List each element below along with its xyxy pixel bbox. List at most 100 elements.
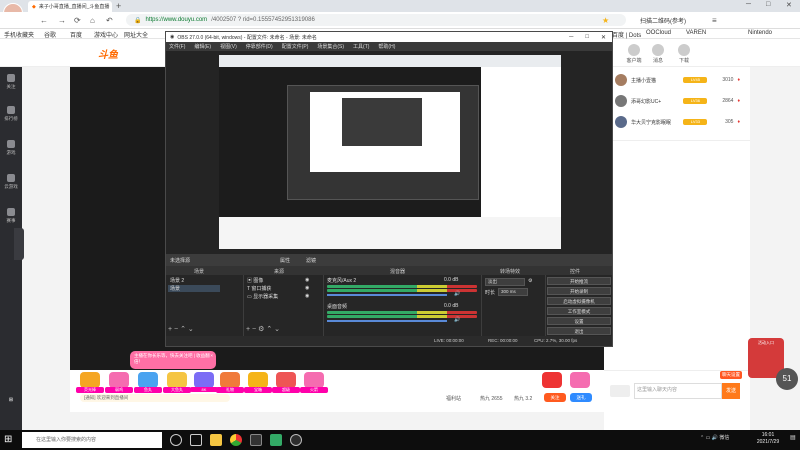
gift-item[interactable]: 火箭 <box>300 372 328 400</box>
volume-slider[interactable] <box>327 294 447 296</box>
taskbar-clock[interactable]: 16:01 2021/7/29 <box>752 432 784 446</box>
client-link[interactable]: 客户端 <box>622 44 646 64</box>
douyu-logo[interactable]: 斗鱼 <box>98 46 130 62</box>
obs-close-button[interactable]: ✕ <box>601 34 606 41</box>
close-browser-button[interactable]: ✕ <box>786 1 792 9</box>
bookmark-7[interactable]: OOCloud <box>646 30 671 36</box>
cortana-icon[interactable] <box>170 434 182 446</box>
sidebar-item-ranking[interactable]: 排行榜 <box>0 106 22 122</box>
extension-1[interactable]: 扫描二维码(参考) <box>640 16 686 25</box>
obs-taskbar-icon[interactable] <box>250 434 262 446</box>
move-up-icon[interactable]: ⌃ <box>266 326 272 333</box>
obs-maximize-button[interactable]: □ <box>585 34 589 41</box>
star-icon[interactable]: ★ <box>602 16 609 25</box>
speaker-icon[interactable]: 🔊 <box>454 317 460 323</box>
eye-icon[interactable]: ◉ <box>305 277 309 283</box>
reload-icon[interactable]: ⟳ <box>74 16 81 25</box>
home-icon[interactable]: ⌂ <box>90 16 95 25</box>
move-up-icon[interactable]: ⌃ <box>180 326 186 333</box>
move-down-icon[interactable]: ⌄ <box>188 326 194 333</box>
ranking-row[interactable]: 添哥幻影UC+ LV36 2864 ♦ <box>615 91 740 111</box>
menu-edit[interactable]: 编辑(E) <box>194 43 211 50</box>
obs-minimize-button[interactable]: ─ <box>569 34 573 41</box>
file-explorer-icon[interactable] <box>210 434 222 446</box>
chrome-icon[interactable] <box>230 434 242 446</box>
system-tray[interactable]: ⌃ ▭ 🔊 微信 <box>700 434 729 441</box>
studio-mode-button[interactable]: 工作室模式 <box>547 307 611 315</box>
bookmark-6[interactable]: 百度 | Dots <box>612 30 641 39</box>
add-scene-icon[interactable]: + <box>168 326 172 333</box>
menu-docks[interactable]: 停靠部件(D) <box>246 43 273 50</box>
gift-item[interactable]: 宝箱 <box>244 372 272 400</box>
gear-icon[interactable]: ⚙ <box>258 326 264 333</box>
exit-button[interactable]: 退出 <box>547 327 611 335</box>
source-item[interactable]: ▭ 显示器采集 ◉ <box>247 293 309 300</box>
gear-icon[interactable]: ⚙ <box>528 278 532 284</box>
start-streaming-button[interactable]: 开始推流 <box>547 277 611 285</box>
duration-input[interactable]: 300 ms <box>498 288 528 296</box>
follow-button[interactable]: 关注 <box>544 393 566 402</box>
close-icon[interactable]: × <box>210 353 213 359</box>
minimize-browser-button[interactable]: ─ <box>746 1 751 8</box>
ranking-row[interactable]: 主播小壹猫 LV45 3010 ♦ <box>615 70 740 90</box>
bookmark-3[interactable]: 百度 <box>70 30 82 39</box>
start-recording-button[interactable]: 开始录制 <box>547 287 611 295</box>
follow-popup[interactable]: 主播在你长乐等，快去关注吧 | 收益翻倍！ × <box>130 351 216 369</box>
taskbar-search[interactable]: 在这里输入你要搜索的内容 <box>22 432 162 448</box>
remove-source-icon[interactable]: − <box>252 326 256 333</box>
menu-scene-collection[interactable]: 场景集合(S) <box>317 43 344 50</box>
app-icon[interactable] <box>270 434 282 446</box>
sidebar-item-events[interactable]: 赛事 <box>0 208 22 224</box>
ranking-row[interactable]: 华大贝宁克影眠眠 LV33 305 ♦ <box>615 112 740 132</box>
scene-item[interactable]: 场景 <box>168 285 220 292</box>
chat-settings-badge[interactable]: 聊天设置 <box>720 371 742 379</box>
menu-icon[interactable]: ≡ <box>712 16 717 25</box>
menu-tools[interactable]: 工具(T) <box>353 43 369 50</box>
source-item[interactable]: T 窗口捕获 ◉ <box>247 285 309 292</box>
transition-select[interactable]: 淡出 <box>485 278 525 286</box>
obs-window[interactable]: ◉ OBS 27.0.0 (64-bit, windows) - 配置文件: 未… <box>165 31 613 347</box>
eye-icon[interactable]: ◉ <box>305 285 309 291</box>
bookmark-8[interactable]: VAREN <box>686 30 706 36</box>
notification-icon[interactable]: ▤ <box>790 434 798 446</box>
view-count-bubble[interactable]: 51 <box>776 368 798 390</box>
add-source-icon[interactable]: + <box>246 326 250 333</box>
properties-button[interactable]: 属性 <box>280 257 290 264</box>
download-link[interactable]: 下载 <box>672 44 696 64</box>
bookmark-4[interactable]: 游戏中心 <box>94 30 118 39</box>
menu-profile[interactable]: 配置文件(P) <box>282 43 309 50</box>
speaker-icon[interactable]: 🔊 <box>454 291 460 297</box>
browser-tab[interactable]: ◆ 来子小哥直播_直播间_斗鱼直播 × <box>28 1 112 12</box>
bookmark-2[interactable]: 谷歌 <box>44 30 56 39</box>
settings-button[interactable]: 设置 <box>547 317 611 325</box>
maximize-browser-button[interactable]: □ <box>766 1 770 8</box>
undo-icon[interactable]: ↶ <box>106 16 113 25</box>
gift-item[interactable]: 超级 <box>272 372 300 400</box>
virtual-camera-button[interactable]: 启动虚拟摄像机 <box>547 297 611 305</box>
menu-help[interactable]: 帮助(H) <box>378 43 395 50</box>
move-down-icon[interactable]: ⌄ <box>274 326 280 333</box>
menu-file[interactable]: 文件(F) <box>169 43 185 50</box>
windows-start-icon[interactable]: ⊞ <box>4 433 18 447</box>
eye-icon[interactable]: ◉ <box>305 293 309 299</box>
scene-item[interactable]: 场景 2 <box>168 277 220 284</box>
forward-icon[interactable]: → <box>58 16 66 25</box>
url-field[interactable]: 🔒 https://www.douyu.com /4002507 ? rid=0… <box>126 14 626 26</box>
sidebar-collapse-handle[interactable] <box>14 228 24 260</box>
filters-button[interactable]: 滤镜 <box>306 257 316 264</box>
obs-titlebar[interactable]: ◉ OBS 27.0.0 (64-bit, windows) - 配置文件: 未… <box>166 32 612 42</box>
bookmark-1[interactable]: 手机收藏夹 <box>4 30 34 39</box>
chat-input[interactable]: 这里输入聊天内容 <box>634 383 722 399</box>
obs-studio-icon[interactable] <box>290 434 302 446</box>
task-view-icon[interactable] <box>190 434 202 446</box>
remove-scene-icon[interactable]: − <box>174 326 178 333</box>
bookmark-5[interactable]: 网址大全 <box>124 30 148 39</box>
menu-view[interactable]: 视图(V) <box>220 43 237 50</box>
gift-button[interactable]: 送礼 <box>570 393 592 402</box>
message-link[interactable]: 消息 <box>646 44 670 64</box>
obs-preview[interactable] <box>166 51 612 254</box>
sidebar-item-follow[interactable]: 关注 <box>0 74 22 90</box>
bookmark-9[interactable]: Nintendo <box>748 30 772 36</box>
fan-badge-icon[interactable] <box>610 385 630 397</box>
source-item[interactable]: ▣ 图像 ◉ <box>247 277 309 284</box>
